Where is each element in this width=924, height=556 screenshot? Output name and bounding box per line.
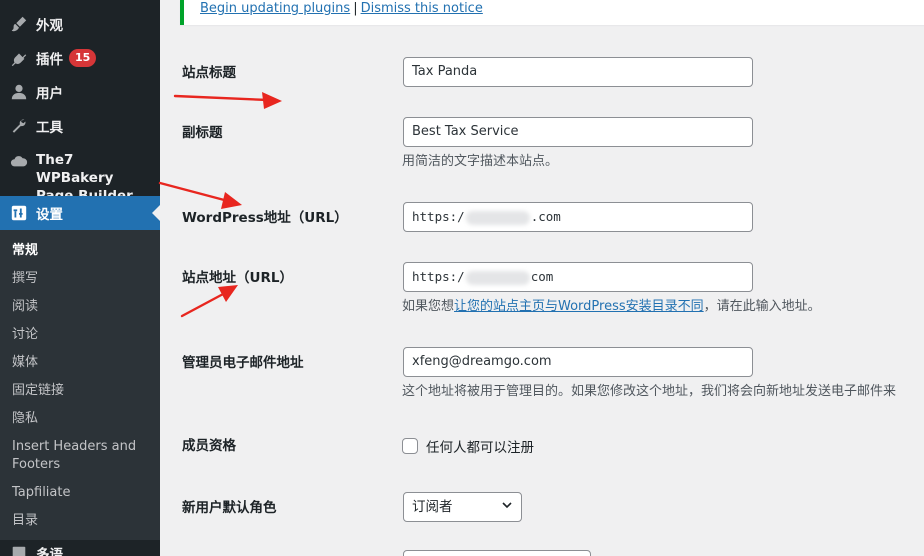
menu-item-label: 插件 (36, 52, 63, 68)
menu-item-the7-wpbakery[interactable]: The7 WPBakery Page Builder (0, 151, 160, 204)
redacted-domain (465, 210, 530, 225)
admin-email-label: 管理员电子邮件地址 (182, 355, 304, 371)
menu-item-appearance[interactable]: 外观 (0, 10, 160, 38)
default-role-label: 新用户默认角色 (182, 500, 277, 516)
membership-option: 任何人都可以注册 (402, 436, 534, 456)
submenu-item-permalinks[interactable]: 固定链接 (12, 382, 152, 400)
submenu-item-media[interactable]: 媒体 (12, 354, 152, 372)
default-role-value: 订阅者 (412, 499, 453, 515)
admin-email-description: 这个地址将被用于管理目的。如果您修改这个地址，我们将会向新地址发送电子邮件来 (402, 384, 897, 399)
submenu-item-toc[interactable]: 目录 (12, 512, 152, 530)
plugin-icon (0, 49, 36, 67)
admin-sidebar: 外观 插件 15 用户 工具 The7 WPBakery Page Builde… (0, 0, 160, 556)
url-prefix: https:/ (412, 269, 465, 284)
user-icon (0, 83, 36, 101)
menu-item-users[interactable]: 用户 (0, 78, 160, 106)
menu-item-multilingual[interactable]: 多语 (0, 540, 160, 556)
anyone-can-register-label[interactable]: 任何人都可以注册 (426, 436, 534, 456)
tagline-description: 用简洁的文字描述本站点。 (402, 154, 559, 169)
annotation-arrow-site-title (173, 92, 282, 109)
menu-item-label: 设置 (36, 207, 63, 223)
admin-email-input[interactable]: xfeng@dreamgo.com (403, 347, 753, 377)
wrench-icon (0, 117, 36, 135)
brush-icon (0, 15, 36, 33)
wordpress-url-input[interactable]: https:/ .com (403, 202, 753, 232)
globe-icon (0, 544, 36, 556)
redacted-domain (465, 270, 530, 285)
notice-separator: | (353, 1, 358, 16)
plugin-update-notice: Begin updating plugins | Dismiss this noti… (180, 0, 924, 25)
dismiss-notice-link[interactable]: Dismiss this notice (361, 1, 483, 16)
desc-text: ，请在此输入地址。 (703, 299, 821, 314)
site-url-description: 如果您想让您的站点主页与WordPress安装目录不同，请在此输入地址。 (402, 297, 821, 317)
submenu-item-writing[interactable]: 撰写 (12, 270, 152, 288)
menu-item-label: 工具 (36, 120, 63, 136)
anyone-can-register-checkbox[interactable] (402, 438, 418, 454)
submenu-item-privacy[interactable]: 隐私 (12, 410, 152, 428)
chevron-down-icon (501, 493, 513, 521)
url-prefix: https:/ (412, 209, 465, 224)
submenu-item-insert-headers-footers[interactable]: Insert Headers and Footers (12, 438, 152, 474)
menu-item-settings[interactable]: 设置 (0, 196, 160, 230)
tagline-input[interactable]: Best Tax Service (403, 117, 753, 147)
menu-item-label: 外观 (36, 18, 63, 34)
next-field-input[interactable] (403, 550, 591, 556)
different-directory-link[interactable]: 让您的站点主页与WordPress安装目录不同 (454, 299, 704, 314)
desc-text: 如果您想 (402, 299, 455, 314)
menu-item-label: 用户 (36, 86, 63, 102)
settings-icon (0, 204, 36, 222)
url-suffix: com (530, 269, 554, 284)
annotation-arrow-site-url (180, 285, 238, 318)
submenu-item-reading[interactable]: 阅读 (12, 298, 152, 316)
cloud-icon (0, 151, 36, 170)
url-suffix: .com (530, 209, 561, 224)
menu-item-tools[interactable]: 工具 (0, 112, 160, 140)
wordpress-url-label: WordPress地址（URL） (182, 210, 348, 226)
annotation-arrow-wordpress-url (158, 181, 242, 209)
site-url-label: 站点地址（URL） (182, 270, 293, 286)
submenu-item-general[interactable]: 常规 (12, 242, 152, 260)
site-title-input[interactable]: Tax Panda (403, 57, 753, 87)
membership-label: 成员资格 (182, 438, 236, 454)
default-role-select[interactable]: 订阅者 (403, 492, 522, 522)
menu-item-plugins[interactable]: 插件 15 (0, 44, 160, 72)
submenu-item-discussion[interactable]: 讨论 (12, 326, 152, 344)
menu-item-label: 多语 (36, 547, 63, 556)
site-title-label: 站点标题 (182, 65, 236, 81)
submenu-item-tapfiliate[interactable]: Tapfiliate (12, 484, 152, 502)
tagline-label: 副标题 (182, 125, 223, 141)
site-url-input[interactable]: https:/ com (403, 262, 753, 292)
begin-updating-plugins-link[interactable]: Begin updating plugins (200, 1, 350, 16)
update-count-badge: 15 (69, 49, 97, 67)
settings-submenu: 常规 撰写 阅读 讨论 媒体 固定链接 隐私 Insert Headers an… (0, 230, 160, 540)
